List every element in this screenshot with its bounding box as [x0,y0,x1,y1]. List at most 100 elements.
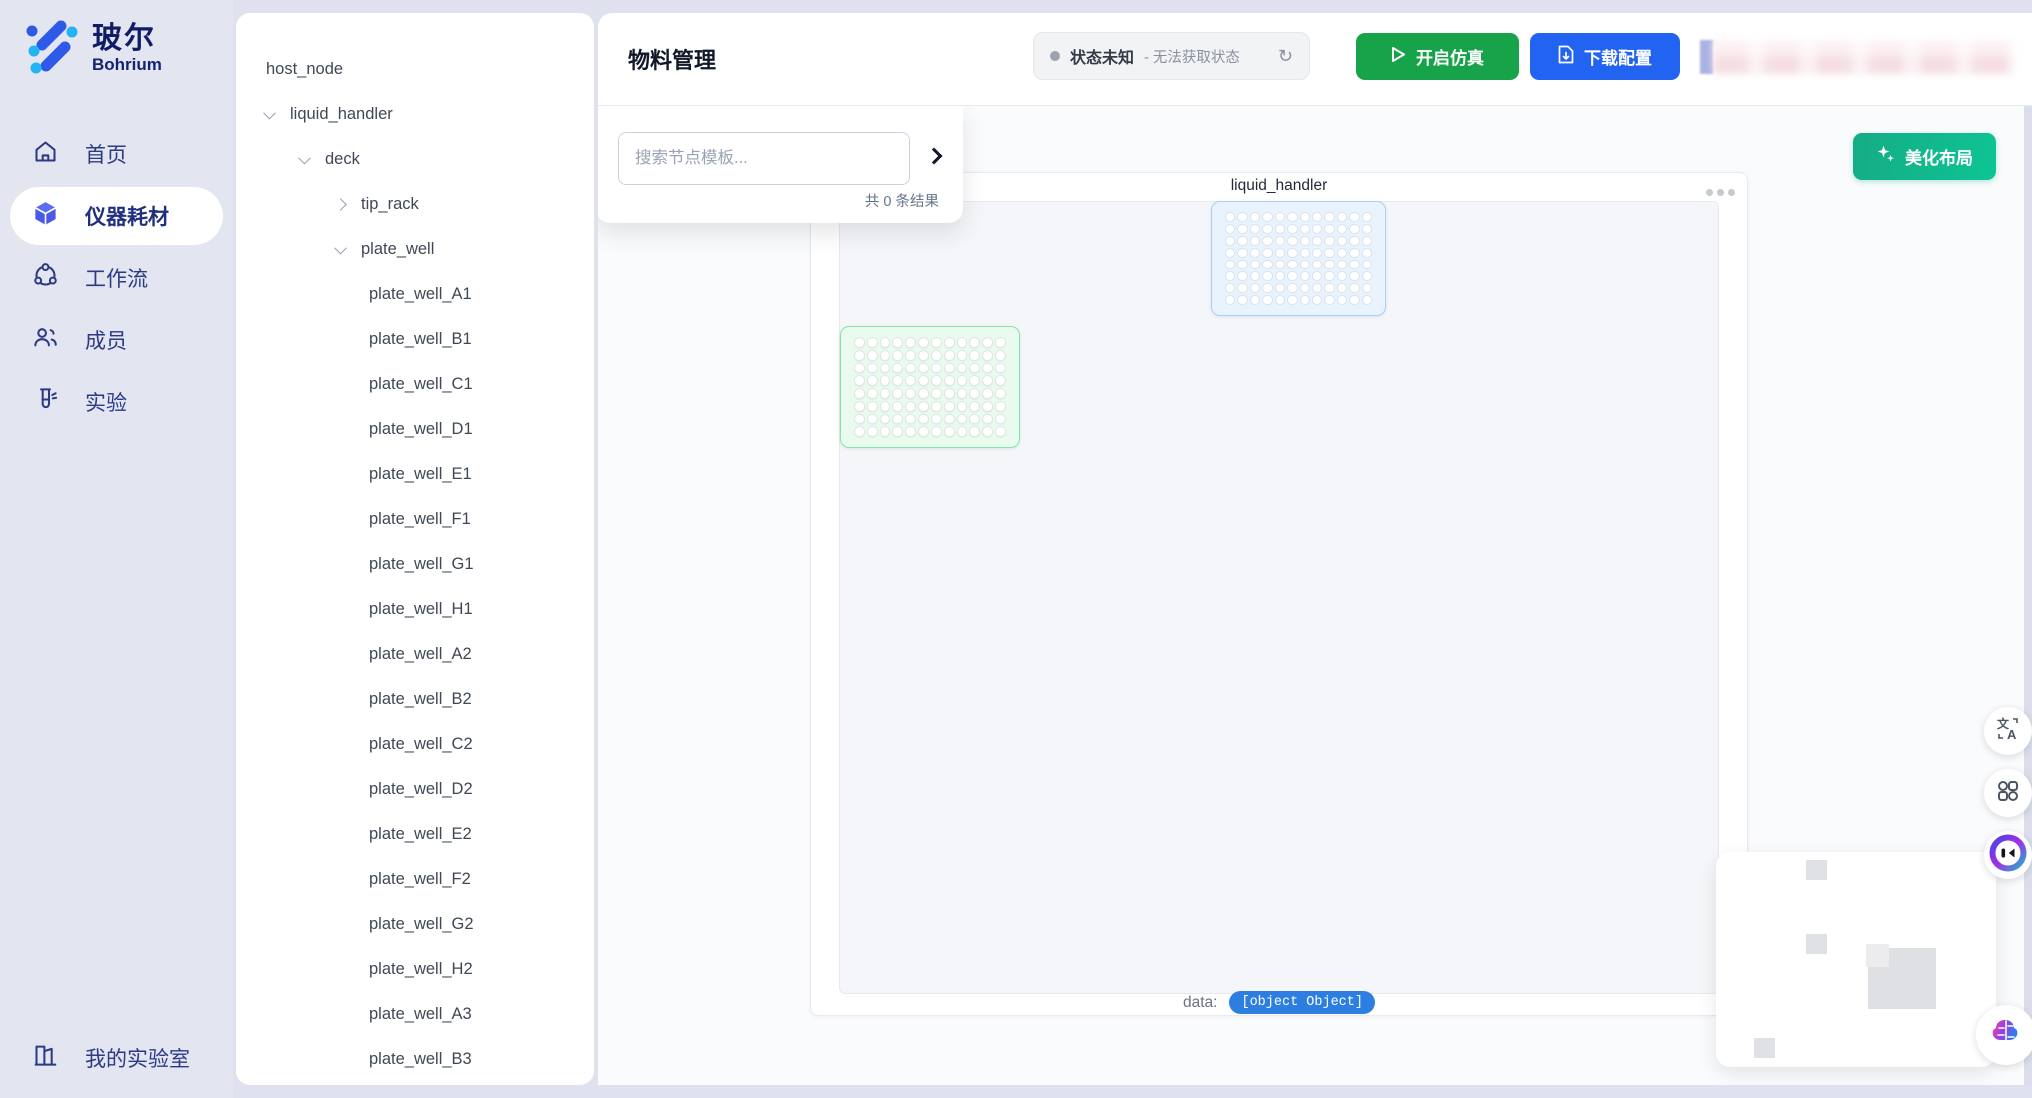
well [982,414,993,425]
account-info-redacted[interactable] [1700,36,2016,78]
well [1337,295,1347,305]
sidebar-item-members[interactable]: 成员 [10,311,223,369]
tree-item-plate_well_F2[interactable]: plate_well_F2 [236,857,594,902]
tree-item-plate_well_E1[interactable]: plate_well_E1 [236,452,594,497]
plate-well-node[interactable] [840,326,1020,448]
tree-item-label: plate_well_F1 [369,510,471,529]
well [1262,224,1272,234]
tree-item-plate_well_H2[interactable]: plate_well_H2 [236,947,594,992]
tree-item-plate_well_F1[interactable]: plate_well_F1 [236,497,594,542]
well [931,375,942,386]
well [880,414,891,425]
minimap-node-rect [1806,934,1827,954]
well [1312,283,1322,293]
well [1362,236,1372,246]
sidebar-item-experiment[interactable]: 实验 [10,373,223,431]
status-badge: 状态未知 - 无法获取状态 ↻ [1033,32,1310,80]
tree-item-plate_well_H1[interactable]: plate_well_H1 [236,587,594,632]
well [918,414,929,425]
tree-item-plate_well_C1[interactable]: plate_well_C1 [236,362,594,407]
well [1250,224,1260,234]
sidebar-item-workflow[interactable]: 工作流 [10,249,223,307]
tree-item-plate_well_D2[interactable]: plate_well_D2 [236,767,594,812]
sidebar-item-home[interactable]: 首页 [10,125,223,183]
well [1225,248,1235,258]
well [1300,283,1310,293]
well [1262,260,1272,270]
refresh-icon[interactable]: ↻ [1278,47,1293,65]
well [1275,260,1285,270]
chevron-down-icon[interactable] [334,242,347,255]
tree-item-plate_well_E2[interactable]: plate_well_E2 [236,812,594,857]
well [854,414,865,425]
well [918,363,929,374]
sparkles-icon [1876,144,1896,169]
tree-item-plate_well_A1[interactable]: plate_well_A1 [236,272,594,317]
sidebar-item-my-lab[interactable]: 我的实验室 [0,1041,233,1074]
tree-item-plate_well_C2[interactable]: plate_well_C2 [236,722,594,767]
well [1337,236,1347,246]
well [995,426,1006,437]
start-simulation-label: 开启仿真 [1416,44,1484,69]
tree-item-host_node[interactable]: host_node [236,47,594,92]
assistant-robot-button[interactable] [1984,831,2032,879]
well [892,388,903,399]
well [880,401,891,412]
well [1262,295,1272,305]
search-input[interactable] [618,132,910,185]
sidebar-item-label: 成员 [85,325,127,355]
well [969,414,980,425]
start-simulation-button[interactable]: 开启仿真 [1356,33,1519,80]
well [880,426,891,437]
well [905,363,916,374]
tree-item-plate_well_B1[interactable]: plate_well_B1 [236,317,594,362]
deck-node[interactable] [839,201,1719,994]
well [867,337,878,348]
liquid-handler-node[interactable]: liquid_handler data: [object Object] [810,172,1748,1016]
tip-rack-node[interactable] [1211,201,1386,316]
play-icon [1391,46,1406,68]
tree-item-tip_rack[interactable]: tip_rack [236,182,594,227]
chevron-down-icon[interactable] [263,107,276,120]
tree-item-label: plate_well_A1 [369,285,472,304]
tree-item-label: host_node [266,60,343,79]
tree-item-label: plate_well_F2 [369,870,471,889]
tree-item-plate_well_B2[interactable]: plate_well_B2 [236,677,594,722]
minimap[interactable] [1716,852,1996,1067]
tree-item-plate_well_A2[interactable]: plate_well_A2 [236,632,594,677]
tree-item-label: plate_well_E1 [369,465,472,484]
collapse-chevron-icon[interactable] [926,148,943,165]
tree-item-label: plate_well_A3 [369,1005,472,1024]
well [880,350,891,361]
chevron-down-icon[interactable] [298,152,311,165]
tree-item-plate_well_G1[interactable]: plate_well_G1 [236,542,594,587]
tree-item-liquid_handler[interactable]: liquid_handler [236,92,594,137]
tree-item-plate_well_B3[interactable]: plate_well_B3 [236,1037,594,1082]
well [1324,260,1334,270]
well [995,388,1006,399]
flow-canvas[interactable]: liquid_handler data: [object Object] 共 0… [598,106,2032,1085]
apps-grid-button[interactable] [1984,769,2032,817]
chevron-right-icon[interactable] [334,198,347,211]
well [880,363,891,374]
beautify-layout-button[interactable]: 美化布局 [1853,133,1996,180]
tree-item-deck[interactable]: deck [236,137,594,182]
ai-brain-button[interactable] [1976,1005,2032,1065]
tree-item-plate_well[interactable]: plate_well [236,227,594,272]
node-menu-dots-icon[interactable] [1706,189,1735,196]
well [957,337,968,348]
well [1250,295,1260,305]
translate-button[interactable]: 文 A [1984,707,2032,755]
translate-icon: 文 A [1995,716,2021,747]
tree-item-plate_well_G2[interactable]: plate_well_G2 [236,902,594,947]
right-edge-scrollbar[interactable] [2024,106,2032,1085]
tree-item-plate_well_A3[interactable]: plate_well_A3 [236,992,594,1037]
status-detail: - 无法获取状态 [1144,46,1240,67]
well [918,337,929,348]
sidebar-item-instruments[interactable]: 仪器耗材 [10,187,223,245]
well [982,375,993,386]
download-config-button[interactable]: 下载配置 [1530,33,1680,80]
tree-item-plate_well_D1[interactable]: plate_well_D1 [236,407,594,452]
well [982,337,993,348]
well [957,375,968,386]
